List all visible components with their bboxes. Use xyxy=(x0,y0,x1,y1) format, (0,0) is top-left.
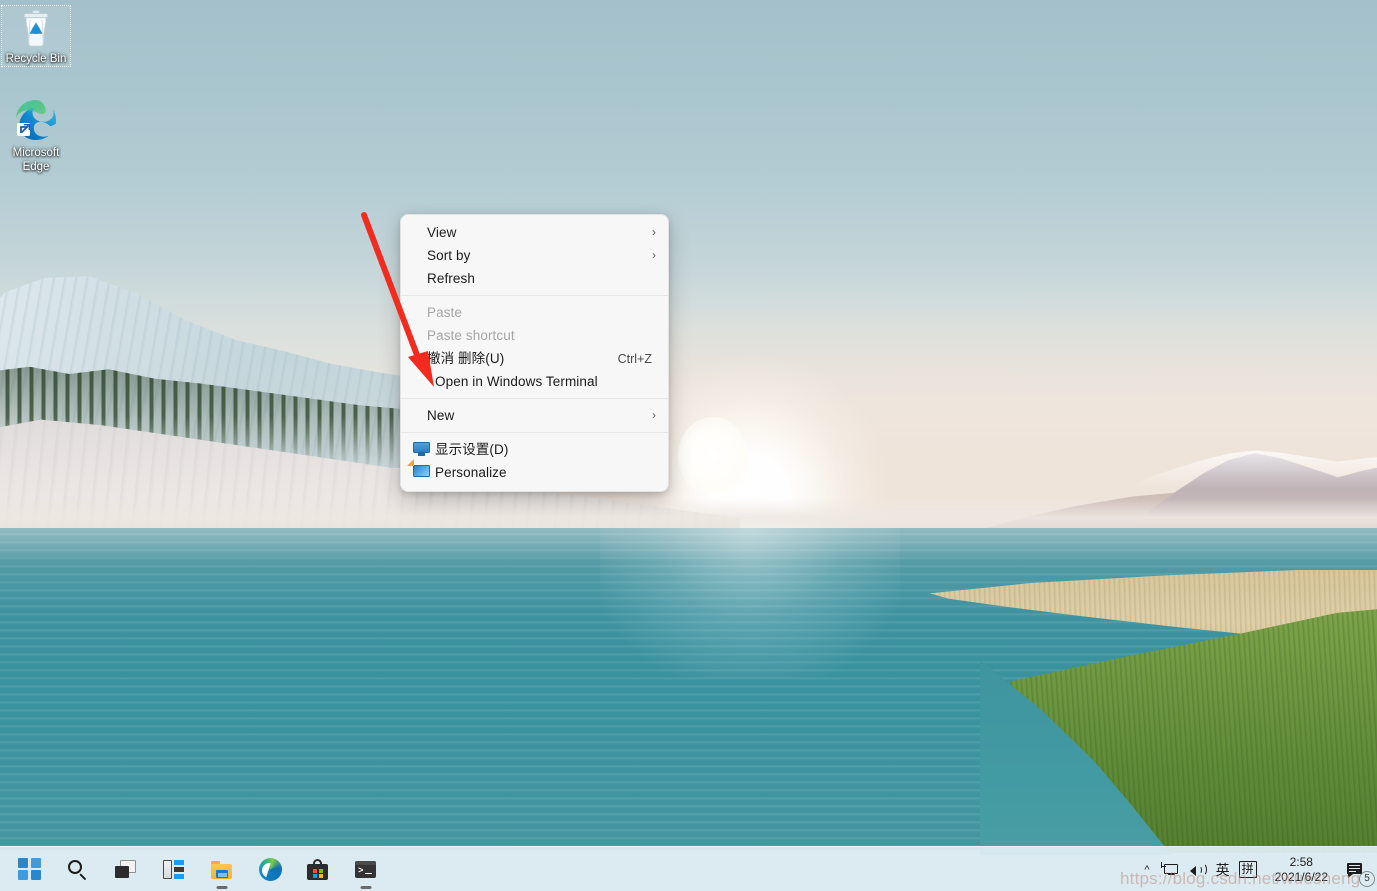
windows-start-icon xyxy=(18,857,42,882)
wallpaper-lake-sun-reflection xyxy=(600,528,900,678)
widgets-icon xyxy=(162,858,186,882)
edge-icon xyxy=(12,96,60,144)
taskbar-buttons: > xyxy=(0,847,390,891)
chevron-right-icon: › xyxy=(652,225,656,239)
context-menu-item-undo-delete[interactable]: 撤消 删除(U) Ctrl+Z xyxy=(401,347,668,370)
chevron-right-icon: › xyxy=(652,248,656,262)
desktop[interactable]: Recycle Bin Microsoft Edge View › Sort b… xyxy=(0,0,1377,891)
context-menu-item-label: 撤消 删除(U) xyxy=(427,351,505,366)
taskbar-button-widgets[interactable] xyxy=(153,850,195,890)
taskbar[interactable]: > ^ 英 拼 2:58 2021/6/22 5 xyxy=(0,846,1377,891)
terminal-icon xyxy=(413,374,433,390)
context-menu-item-open-in-windows-terminal[interactable]: Open in Windows Terminal xyxy=(401,370,668,393)
taskbar-button-task-view[interactable] xyxy=(105,850,147,890)
tray-clock-date: 2021/6/22 xyxy=(1274,869,1328,884)
volume-icon xyxy=(1189,862,1207,878)
context-menu-group: Paste Paste shortcut 撤消 删除(U) Ctrl+Z Ope… xyxy=(401,299,668,395)
context-menu-item-label: Sort by xyxy=(427,248,471,263)
tray-show-hidden-icons-button[interactable]: ^ xyxy=(1138,853,1155,887)
running-indicator xyxy=(360,885,372,889)
context-menu-item-paste: Paste xyxy=(401,301,668,324)
context-menu-item-label: View xyxy=(427,225,457,240)
task-view-icon xyxy=(114,858,138,882)
context-menu-group: 显示设置(D) Personalize xyxy=(401,436,668,486)
context-menu-group: View › Sort by › Refresh xyxy=(401,219,668,292)
search-icon xyxy=(66,858,90,882)
context-menu-item-label: Paste xyxy=(427,305,463,320)
taskbar-button-file-explorer[interactable] xyxy=(201,850,243,890)
ime-pinyin-icon: 拼 xyxy=(1238,861,1257,878)
tray-notifications-button[interactable]: 5 xyxy=(1341,855,1375,887)
context-menu-item-label: Personalize xyxy=(435,465,507,480)
context-menu-separator xyxy=(401,295,668,296)
context-menu-item-paste-shortcut: Paste shortcut xyxy=(401,324,668,347)
edge-icon xyxy=(258,858,282,881)
recycle-bin-icon xyxy=(14,6,58,50)
store-icon xyxy=(306,858,330,882)
folder-icon xyxy=(210,858,234,882)
running-indicator xyxy=(216,885,228,889)
personalize-icon xyxy=(407,458,433,481)
context-menu-separator xyxy=(401,432,668,433)
notification-count-badge: 5 xyxy=(1359,870,1375,887)
context-menu-item-label: 显示设置(D) xyxy=(435,442,509,457)
desktop-context-menu[interactable]: View › Sort by › Refresh Paste Paste sho… xyxy=(400,214,669,492)
tray-clock-time: 2:58 xyxy=(1289,854,1313,869)
context-menu-item-label: Refresh xyxy=(427,271,475,286)
context-menu-item-sort-by[interactable]: Sort by › xyxy=(401,244,668,267)
taskbar-button-start[interactable] xyxy=(9,850,51,890)
desktop-icon-label: Microsoft Edge xyxy=(12,147,60,173)
taskbar-button-search[interactable] xyxy=(57,850,99,890)
tray-clock[interactable]: 2:58 2021/6/22 xyxy=(1262,853,1341,887)
context-menu-group: New › xyxy=(401,402,668,429)
taskbar-button-microsoft-store[interactable] xyxy=(297,850,339,890)
taskbar-button-windows-terminal[interactable]: > xyxy=(345,850,387,890)
desktop-icon-label: Recycle Bin xyxy=(5,53,67,65)
context-menu-item-view[interactable]: View › xyxy=(401,221,668,244)
context-menu-item-new[interactable]: New › xyxy=(401,404,668,427)
context-menu-item-label: Paste shortcut xyxy=(427,328,515,343)
context-menu-item-display-settings[interactable]: 显示设置(D) xyxy=(401,438,668,461)
terminal-icon: > xyxy=(354,858,378,882)
chevron-right-icon: › xyxy=(652,408,656,422)
tray-ime-language-indicator[interactable]: 英 xyxy=(1212,853,1234,887)
context-menu-separator xyxy=(401,398,668,399)
desktop-icon-recycle-bin[interactable]: Recycle Bin xyxy=(1,5,71,67)
tray-network-icon[interactable] xyxy=(1156,853,1184,887)
context-menu-item-label: New xyxy=(427,408,455,423)
tray-ime-pinyin-indicator[interactable]: 拼 xyxy=(1234,853,1262,887)
context-menu-item-refresh[interactable]: Refresh xyxy=(401,267,668,290)
context-menu-item-personalize[interactable]: Personalize xyxy=(401,458,668,484)
tray-volume-icon[interactable] xyxy=(1184,853,1212,887)
desktop-icon-microsoft-edge[interactable]: Microsoft Edge xyxy=(2,96,70,174)
taskbar-button-microsoft-edge[interactable] xyxy=(249,850,291,890)
context-menu-item-accelerator: Ctrl+Z xyxy=(617,351,652,366)
display-icon xyxy=(413,441,433,458)
wallpaper-sun xyxy=(678,417,748,495)
system-tray: ^ 英 拼 2:58 2021/6/22 5 xyxy=(1138,847,1377,891)
network-icon xyxy=(1160,861,1179,878)
context-menu-item-label: Open in Windows Terminal xyxy=(435,374,598,389)
